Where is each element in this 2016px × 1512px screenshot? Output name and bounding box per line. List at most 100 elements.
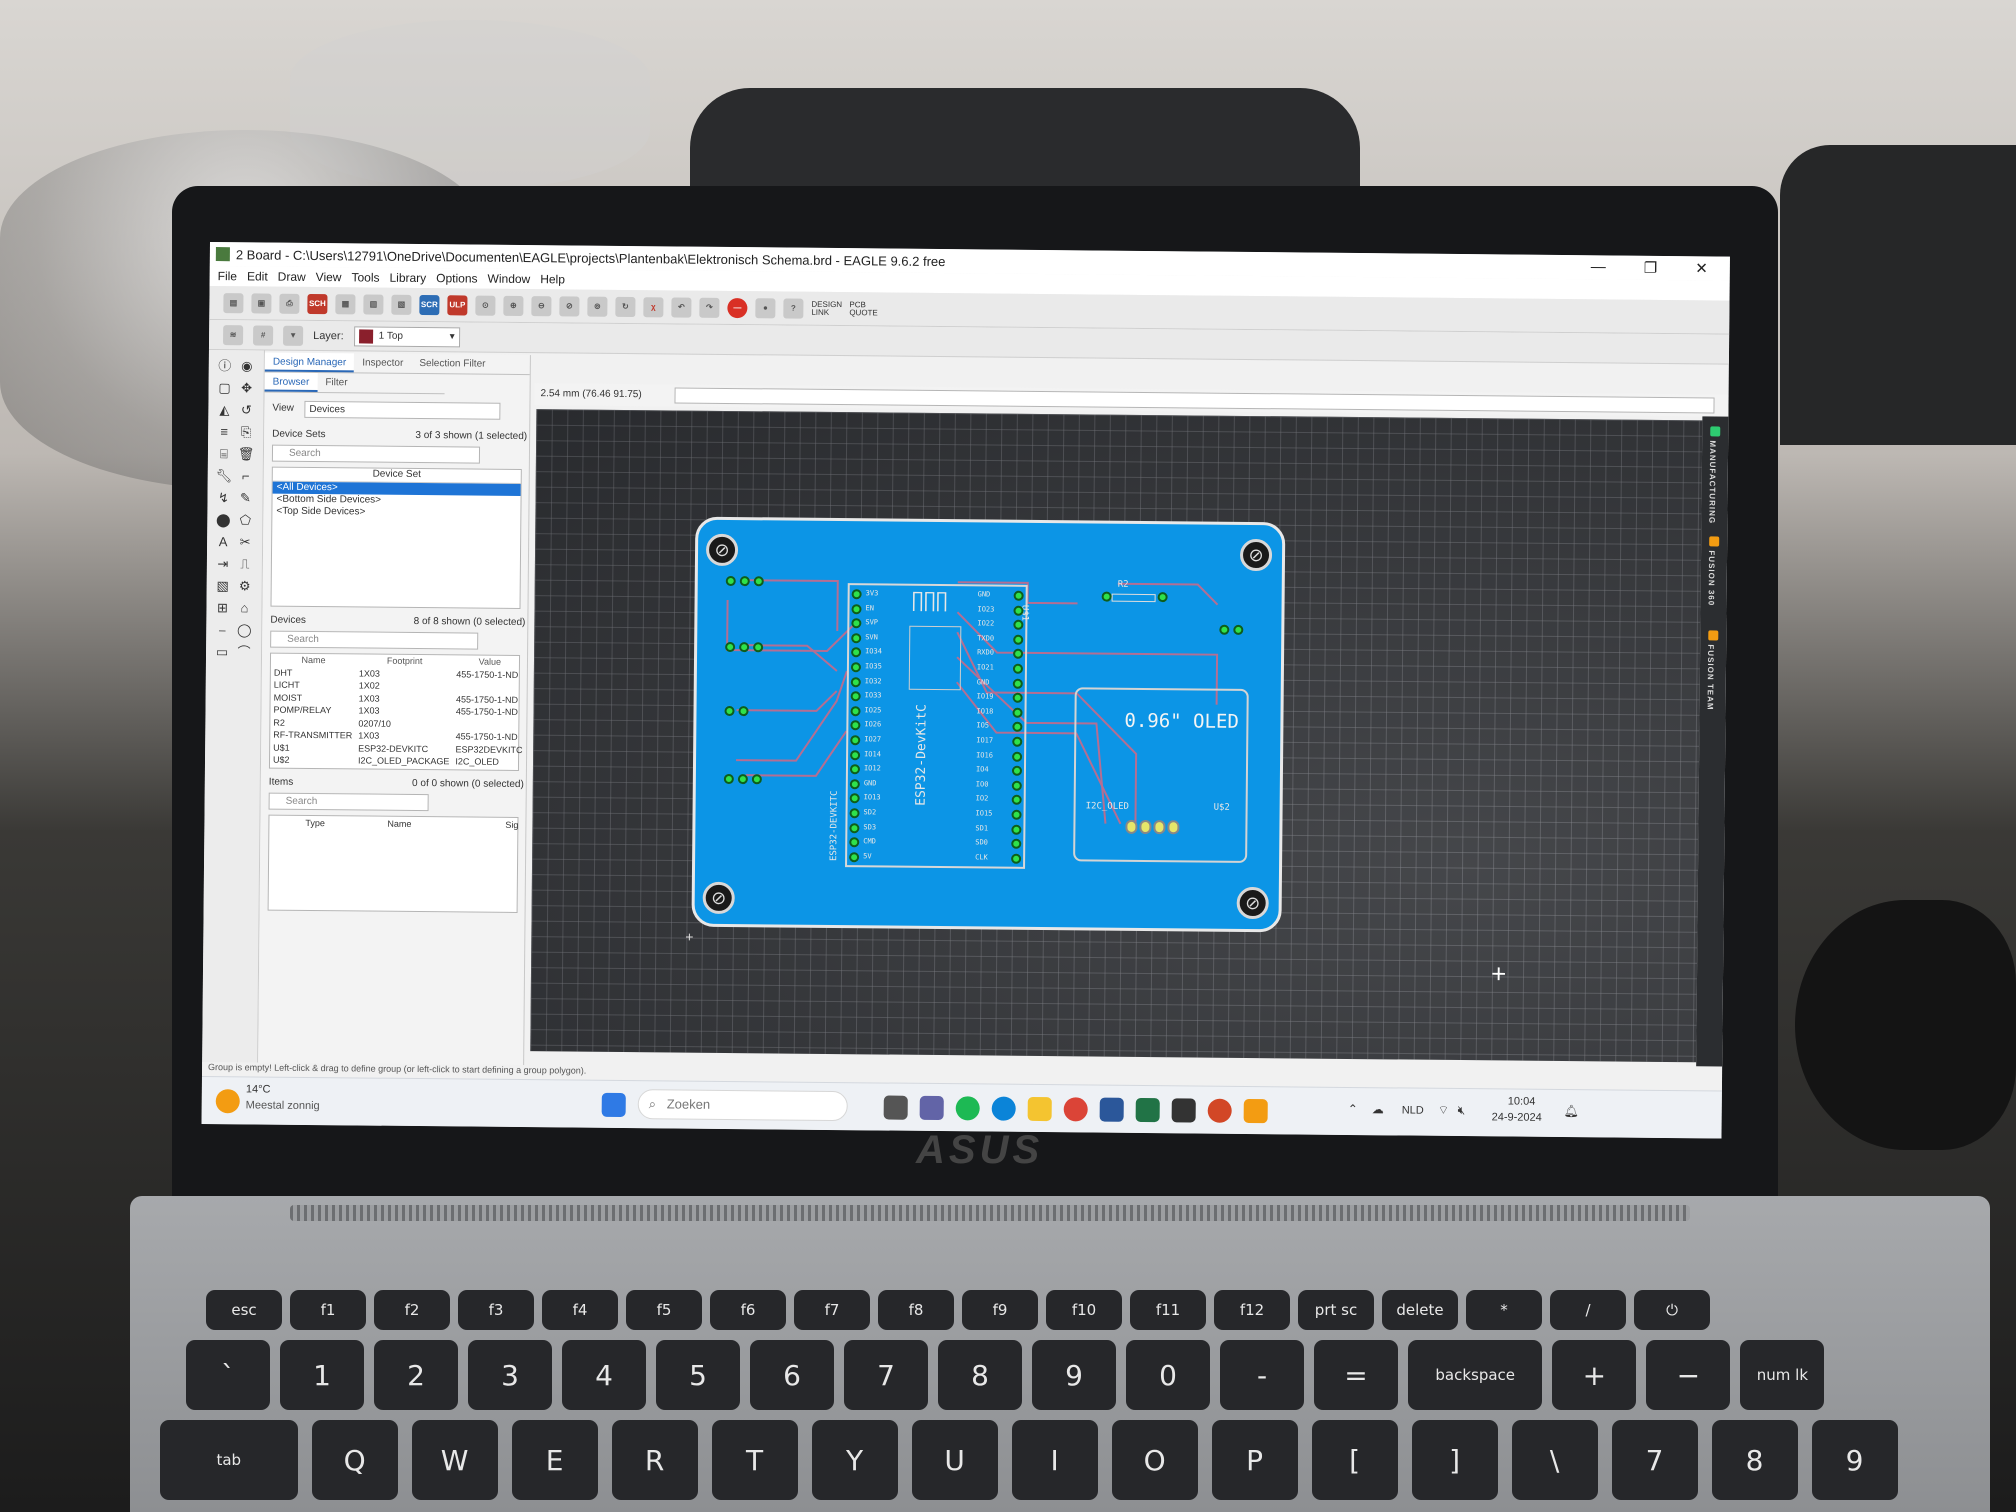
esp32-pin-pad[interactable]	[1012, 736, 1023, 747]
esp32-pin-pad[interactable]	[851, 589, 862, 600]
zoom-fit-icon[interactable]: ⊙	[475, 295, 496, 316]
zoom-out-icon[interactable]: ⊖	[531, 295, 552, 316]
edge-icon[interactable]	[991, 1096, 1016, 1121]
keyboard-key[interactable]: 0	[1126, 1340, 1210, 1410]
connector-pad[interactable]	[725, 641, 736, 653]
esp32-pin-pad[interactable]	[849, 778, 860, 790]
pcb-board[interactable]: ⊘ ⊘ ⊘ ⊘ ∏∏∏ ESP32-DevKitC U$1 3V3 EN SVP…	[691, 516, 1286, 933]
text-icon[interactable]: A	[215, 534, 231, 550]
zoom-select-icon[interactable]: ⊘	[559, 295, 580, 317]
esp32-pin-pad[interactable]	[850, 662, 861, 673]
keyboard-key[interactable]: num lk	[1740, 1340, 1825, 1410]
esp32-pin-pad[interactable]	[1012, 663, 1023, 674]
keyboard-key[interactable]: 8	[1711, 1420, 1798, 1500]
esp32-pin-pad[interactable]	[1012, 722, 1023, 733]
connector-pad[interactable]	[739, 576, 750, 587]
esp32-pin-pad[interactable]	[1012, 678, 1023, 689]
paste-icon[interactable]: ⌸	[216, 446, 232, 462]
chevron-up-icon[interactable]: ⌃	[1348, 1102, 1358, 1116]
esp32-pin-pad[interactable]	[851, 603, 862, 614]
keyboard-key[interactable]: O	[1111, 1420, 1198, 1500]
esp32-pin-pad[interactable]	[1013, 634, 1024, 645]
esp32-pin-pad[interactable]	[849, 808, 860, 819]
fusion-360-tab[interactable]: FUSION 360	[1707, 550, 1717, 606]
keyboard-key[interactable]: /	[1550, 1290, 1626, 1330]
ratsnest-tool-icon[interactable]: ⊞	[214, 600, 230, 616]
layer-settings-icon[interactable]: ≋	[223, 324, 244, 345]
keyboard-key[interactable]: `	[186, 1340, 270, 1410]
schematic-icon[interactable]: SCH	[307, 293, 328, 314]
keyboard-key[interactable]: f10	[1046, 1290, 1122, 1330]
rect-icon[interactable]: ▭	[214, 644, 230, 660]
connector-pad[interactable]	[1219, 624, 1230, 635]
device-set-item[interactable]: <Top Side Devices>	[272, 506, 520, 520]
esp32-pin-pad[interactable]	[849, 837, 860, 848]
group-icon[interactable]: ▧	[215, 578, 231, 594]
keyboard-key[interactable]: f11	[1130, 1290, 1206, 1330]
keyboard-key[interactable]: \	[1511, 1420, 1598, 1500]
keyboard-key[interactable]: 8	[938, 1340, 1022, 1410]
keyboard-key[interactable]: T	[711, 1420, 798, 1500]
menu-library[interactable]: Library	[389, 271, 426, 285]
clock-time[interactable]: 10:04	[1508, 1095, 1536, 1107]
oled-outline[interactable]: 0.96" OLED I2C_OLED U$2	[1073, 687, 1249, 863]
column-header[interactable]: Type	[305, 818, 325, 828]
device-row[interactable]: U$2 I2C_OLED_PACKAGE I2C_OLED	[270, 754, 526, 769]
manufacturing-icon[interactable]	[1710, 426, 1721, 437]
menu-edit[interactable]: Edit	[247, 269, 268, 283]
pcb-quote-button[interactable]: PCB QUOTE	[849, 300, 879, 317]
move-icon[interactable]: ✥	[239, 380, 255, 396]
connector-pad[interactable]	[753, 642, 764, 653]
info-icon[interactable]: ⓘ	[217, 358, 233, 374]
esp32-pin-pad[interactable]	[850, 749, 861, 760]
clock-date[interactable]: 24-9-2024	[1492, 1111, 1542, 1123]
fusion-team-icon[interactable]	[1708, 630, 1719, 641]
esp32-pin-pad[interactable]	[1013, 590, 1024, 601]
esp32-pin-pad[interactable]	[850, 676, 861, 687]
excel-icon[interactable]	[1135, 1097, 1160, 1123]
select-icon[interactable]: ▢	[217, 380, 233, 396]
esp32-pin-pad[interactable]	[850, 735, 861, 746]
oled-pad[interactable]	[1139, 819, 1152, 835]
keyboard-key[interactable]: 3	[468, 1340, 552, 1410]
powerpoint-icon[interactable]	[1207, 1098, 1232, 1123]
menu-draw[interactable]: Draw	[278, 270, 306, 284]
resistor-pad[interactable]	[1157, 592, 1168, 603]
manufacturing-tab[interactable]: MANUFACTURING	[1707, 440, 1717, 524]
cam-icon[interactable]: ▦	[335, 293, 356, 314]
keyboard-key[interactable]: f7	[794, 1290, 870, 1330]
open-icon[interactable]: ▤	[223, 292, 244, 313]
column-header[interactable]: Value	[453, 655, 526, 668]
spotify-icon[interactable]	[955, 1096, 980, 1121]
connector-pad[interactable]	[724, 705, 735, 717]
esp32-pin-pad[interactable]	[850, 705, 861, 717]
keyboard-key[interactable]: f8	[878, 1290, 954, 1330]
column-header[interactable]: Sig	[505, 820, 518, 830]
keyboard-key[interactable]: delete	[1382, 1290, 1458, 1330]
keyboard-key[interactable]: f12	[1214, 1290, 1290, 1330]
keyboard-key[interactable]: Y	[811, 1420, 898, 1500]
tab-filter[interactable]: Filter	[317, 373, 355, 392]
export-icon[interactable]: ▥	[363, 293, 384, 315]
align-icon[interactable]: ≡	[216, 424, 232, 440]
arc-icon[interactable]: ⌒	[236, 644, 252, 660]
go-icon[interactable]: ●	[755, 297, 776, 318]
volume-muted-icon[interactable]: 🔇︎	[1458, 1103, 1466, 1118]
undo-icon[interactable]: ↶	[671, 296, 692, 318]
board-icon[interactable]: ▧	[391, 294, 412, 315]
oled-pad[interactable]	[1153, 820, 1166, 835]
esp32-pin-pad[interactable]	[849, 793, 860, 804]
keyboard-key[interactable]: 1	[280, 1340, 364, 1410]
menu-tools[interactable]: Tools	[351, 270, 379, 284]
filter-icon[interactable]: ▼	[283, 325, 304, 346]
taskbar-search[interactable]: ⌕ Zoeken	[637, 1089, 848, 1122]
delete-icon[interactable]: 🗑︎	[238, 446, 255, 462]
board-canvas[interactable]: ⊘ ⊘ ⊘ ⊘ ∏∏∏ ESP32-DevKitC U$1 3V3 EN SVP…	[530, 409, 1703, 1063]
device-sets-search[interactable]: Search	[271, 444, 481, 464]
line-icon[interactable]: ⎯	[214, 622, 230, 638]
file-explorer-icon[interactable]	[1027, 1096, 1052, 1122]
stop-icon[interactable]: —	[727, 297, 748, 318]
route-icon[interactable]: ⌐	[238, 468, 254, 484]
connector-pad[interactable]	[1233, 624, 1244, 635]
zoom-last-icon[interactable]: ⊚	[587, 296, 608, 317]
